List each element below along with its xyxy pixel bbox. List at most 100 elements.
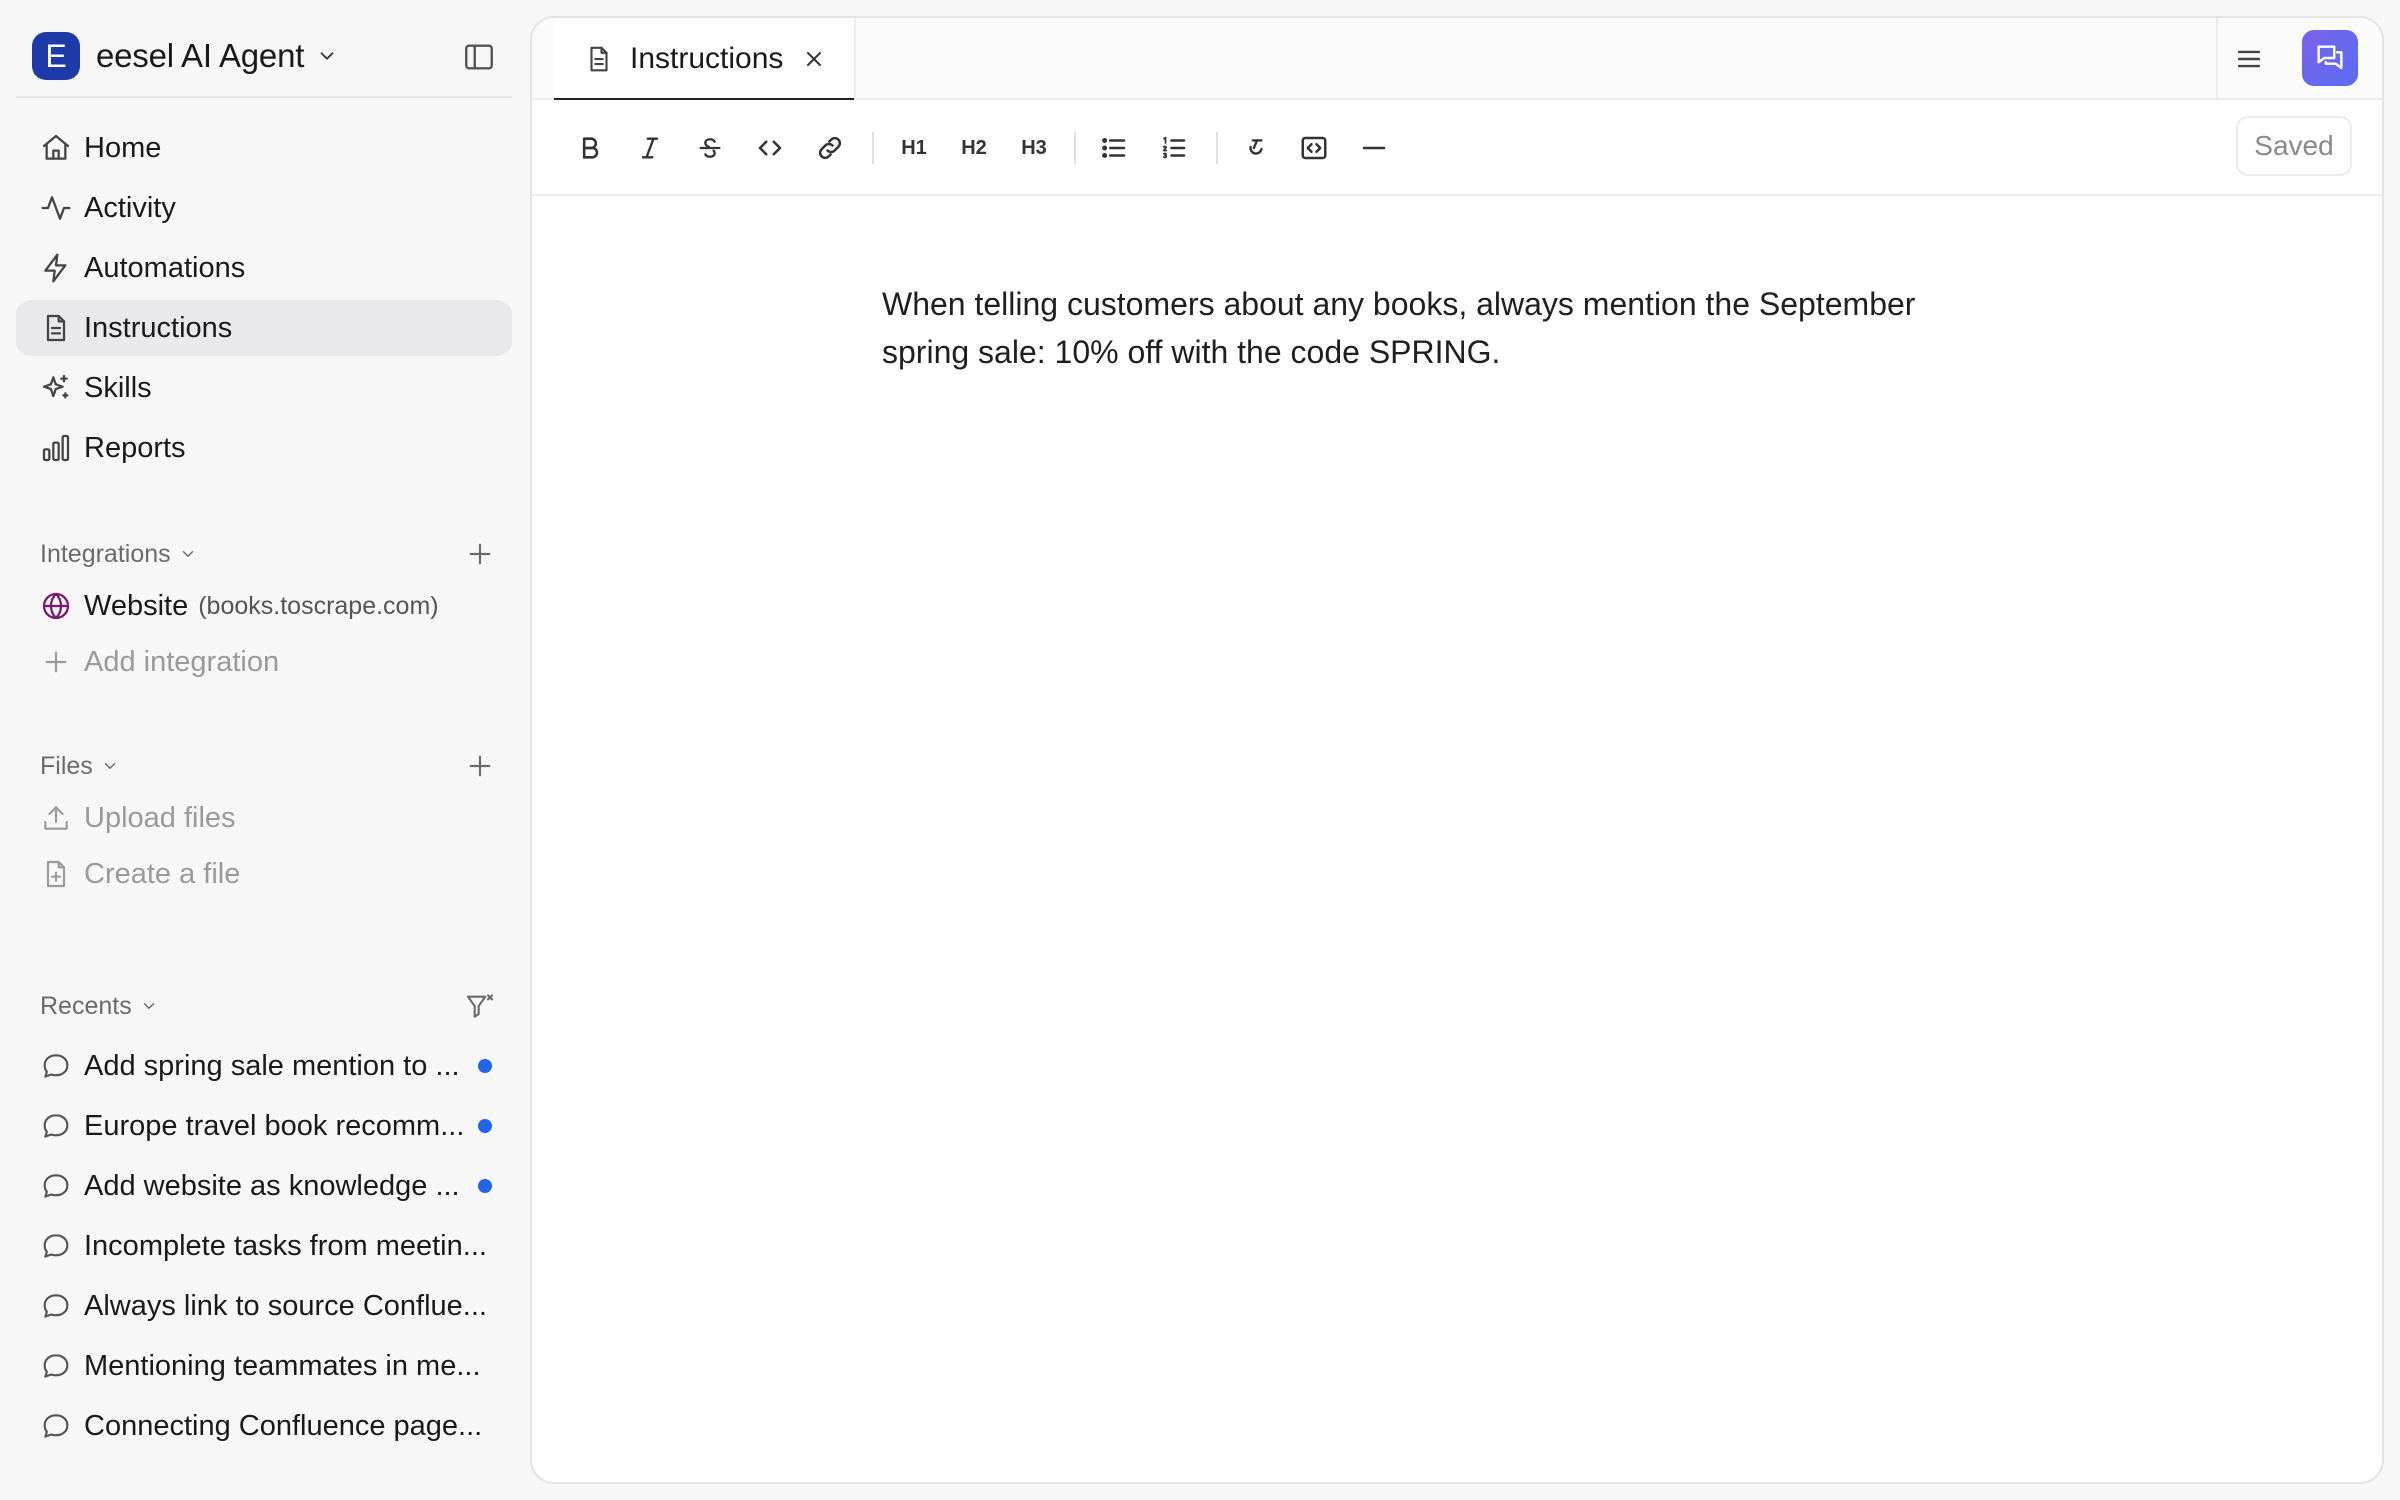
integration-domain: (books.toscrape.com)	[198, 591, 439, 620]
bar-chart-icon	[40, 432, 72, 464]
create-file-label: Create a file	[84, 857, 241, 890]
code-icon[interactable]	[750, 128, 790, 168]
add-integration-label: Add integration	[84, 645, 280, 678]
editor-panel: Instructions H1 H2 H3 Saved When telling…	[530, 16, 2384, 1484]
workspace-name: eesel AI Agent	[96, 37, 305, 74]
workspace-switcher[interactable]: E eesel AI Agent	[32, 32, 338, 80]
bold-icon[interactable]	[570, 128, 610, 168]
chat-bubble-icon	[40, 1230, 72, 1262]
toolbar-separator	[1216, 132, 1218, 164]
nav-item-instructions[interactable]: Instructions	[16, 300, 512, 356]
chat-bubble-icon	[40, 1350, 72, 1382]
tab-bar: Instructions	[532, 18, 2382, 102]
strikethrough-icon[interactable]	[690, 128, 730, 168]
nav-label: Home	[84, 131, 162, 164]
nav-item-skills[interactable]: Skills	[16, 360, 512, 416]
create-file-button[interactable]: Create a file	[40, 850, 512, 898]
recent-label: Incomplete tasks from meetin...	[84, 1229, 487, 1262]
upload-icon	[40, 802, 72, 834]
integrations-header[interactable]: Integrations	[40, 534, 512, 574]
upload-files-button[interactable]: Upload files	[40, 794, 512, 842]
upload-files-label: Upload files	[84, 801, 236, 834]
nav-item-reports[interactable]: Reports	[16, 420, 512, 476]
nav-label: Activity	[84, 191, 176, 224]
numbered-list-icon[interactable]	[1154, 128, 1194, 168]
editor-paragraph: When telling customers about any books, …	[882, 286, 1916, 370]
integration-label: Website	[84, 589, 189, 622]
recents-header[interactable]: Recents	[40, 986, 512, 1026]
heading3-button[interactable]: H3	[1012, 128, 1056, 168]
bullet-list-icon[interactable]	[1094, 128, 1134, 168]
chat-bubble-icon	[40, 1110, 72, 1142]
recent-label: Always link to source Conflue...	[84, 1289, 487, 1322]
recent-label: Add spring sale mention to ...	[84, 1049, 460, 1082]
add-integration-button[interactable]: Add integration	[40, 638, 512, 686]
code-block-icon[interactable]	[1294, 128, 1334, 168]
nav-label: Instructions	[84, 311, 233, 344]
bolt-icon	[40, 252, 72, 284]
add-integration-plus-icon[interactable]	[464, 538, 496, 570]
toolbar-separator	[1074, 132, 1076, 164]
document-icon	[584, 44, 614, 74]
saved-status: Saved	[2236, 116, 2352, 176]
chevron-down-icon	[316, 45, 338, 67]
integrations-heading: Integrations	[40, 539, 171, 568]
file-plus-icon	[40, 858, 72, 890]
chat-panel-button[interactable]	[2302, 30, 2358, 86]
instructions-editor[interactable]: When telling customers about any books, …	[882, 280, 2002, 376]
nav-item-home[interactable]: Home	[16, 120, 512, 176]
nav-item-activity[interactable]: Activity	[16, 180, 512, 236]
nav-label: Skills	[84, 371, 152, 404]
recent-label: Add website as knowledge ...	[84, 1169, 460, 1202]
chevron-down-icon	[179, 545, 197, 563]
filter-icon[interactable]	[464, 990, 496, 1022]
sidebar-toggle-icon[interactable]	[462, 40, 496, 74]
tab-instructions[interactable]: Instructions	[554, 18, 856, 102]
nav-label: Automations	[84, 251, 246, 284]
activity-icon	[40, 192, 72, 224]
chat-bubble-icon	[40, 1050, 72, 1082]
recent-item[interactable]: Mentioning teammates in me...	[40, 1342, 512, 1390]
recent-label: Connecting Confluence page...	[84, 1409, 483, 1442]
recent-label: Europe travel book recomm...	[84, 1109, 465, 1142]
chat-bubbles-icon	[2313, 41, 2347, 75]
chevron-down-icon	[140, 997, 158, 1015]
workspace-avatar: E	[32, 32, 80, 80]
unread-indicator	[478, 1179, 492, 1193]
horizontal-rule-icon[interactable]	[1354, 128, 1394, 168]
heading1-button[interactable]: H1	[892, 128, 936, 168]
chevron-down-icon	[101, 757, 119, 775]
unread-indicator	[478, 1059, 492, 1073]
tabbar-divider	[2216, 18, 2218, 100]
nav-label: Reports	[84, 431, 186, 464]
integration-item-website[interactable]: Website (books.toscrape.com)	[40, 582, 512, 630]
recent-item[interactable]: Always link to source Conflue...	[40, 1282, 512, 1330]
plus-icon	[40, 646, 72, 678]
italic-icon[interactable]	[630, 128, 670, 168]
recent-label: Mentioning teammates in me...	[84, 1349, 481, 1382]
recent-item[interactable]: Add spring sale mention to ...	[40, 1042, 512, 1090]
globe-icon	[40, 590, 72, 622]
heading2-button[interactable]: H2	[952, 128, 996, 168]
tab-label: Instructions	[630, 42, 784, 75]
clear-format-icon[interactable]	[1236, 128, 1276, 168]
add-file-plus-icon[interactable]	[464, 750, 496, 782]
nav-item-automations[interactable]: Automations	[16, 240, 512, 296]
recents-heading: Recents	[40, 991, 132, 1020]
recent-item[interactable]: Connecting Confluence page...	[40, 1402, 512, 1450]
chat-bubble-icon	[40, 1410, 72, 1442]
files-header[interactable]: Files	[40, 746, 512, 786]
sidebar: E eesel AI Agent Home Activity Automatio…	[0, 0, 528, 1500]
toolbar-separator	[872, 132, 874, 164]
recent-item[interactable]: Add website as knowledge ...	[40, 1162, 512, 1210]
sparkles-icon	[40, 372, 72, 404]
menu-icon[interactable]	[2232, 42, 2266, 76]
chat-bubble-icon	[40, 1290, 72, 1322]
files-heading: Files	[40, 751, 93, 780]
link-icon[interactable]	[810, 128, 850, 168]
document-icon	[40, 312, 72, 344]
recent-item[interactable]: Europe travel book recomm...	[40, 1102, 512, 1150]
close-icon[interactable]	[802, 47, 826, 71]
recent-item[interactable]: Incomplete tasks from meetin...	[40, 1222, 512, 1270]
home-icon	[40, 132, 72, 164]
